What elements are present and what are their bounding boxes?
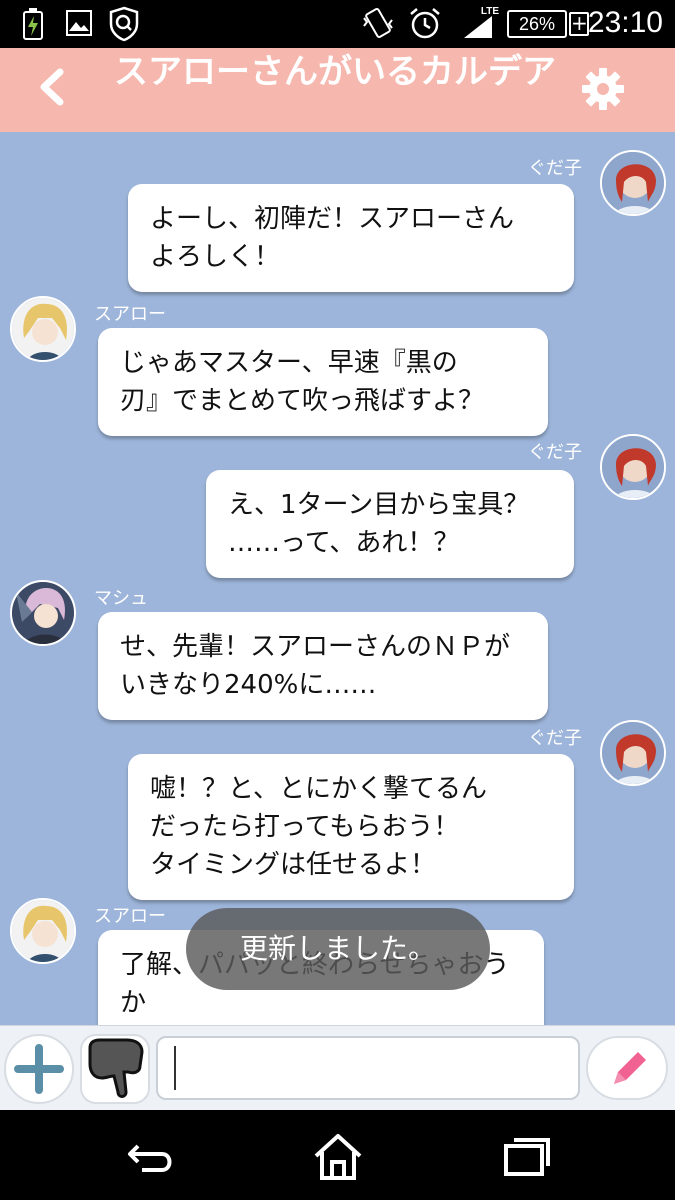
avatar-mash[interactable] (10, 580, 76, 646)
message-bubble: え、1ターン目から宝具？ ……って、あれ！？ (206, 470, 574, 578)
toast-notification: 更新しました。 (186, 908, 490, 990)
message-bubble: 嘘！？と、とにかく撃てるん だったら打ってもらおう！ タイミングは任せるよ！ (128, 754, 574, 900)
plus-button[interactable] (4, 1034, 74, 1104)
input-bar (0, 1025, 675, 1110)
home-icon[interactable] (308, 1132, 368, 1182)
avatar-swallow[interactable] (10, 898, 76, 964)
message-bubble: よーし、初陣だ！スアローさん よろしく！ (128, 184, 574, 292)
chat-header: スアローさんがいるカルデア (0, 48, 675, 132)
back-icon[interactable] (120, 1132, 180, 1182)
recents-icon[interactable] (496, 1132, 556, 1182)
nav-bar (0, 1110, 675, 1200)
avatar-gudako[interactable] (600, 720, 666, 786)
alarm-icon (410, 8, 440, 39)
chat-area[interactable]: ぐだ子 よーし、初陣だ！スアローさん よろしく！ スアロー じゃあマスター、早速… (0, 132, 675, 1025)
gear-icon[interactable] (580, 66, 626, 112)
message-input[interactable] (156, 1036, 580, 1100)
sender-name: スアロー (94, 906, 166, 927)
avatar-gudako[interactable] (600, 434, 666, 500)
battery-charging-icon (23, 8, 43, 40)
text-caret (174, 1046, 176, 1090)
shield-search-icon (109, 6, 139, 42)
sender-name: ぐだ子 (528, 442, 582, 463)
pencil-icon (614, 1052, 646, 1084)
sender-name: マシュ (94, 588, 148, 609)
page-title: スアローさんがいるカルデア (114, 52, 556, 92)
send-button[interactable] (586, 1036, 668, 1100)
sender-name: スアロー (94, 304, 166, 325)
plus-icon (14, 1044, 64, 1094)
sender-name: ぐだ子 (528, 158, 582, 179)
signal-icon (464, 16, 492, 38)
sender-name: ぐだ子 (528, 728, 582, 749)
message-bubble: せ、先輩！スアローさんのＮＰが いきなり240%に…… (98, 612, 548, 720)
avatar-gudako[interactable] (600, 150, 666, 216)
vibrate-icon (363, 7, 393, 39)
message-bubble: じゃあマスター、早速『黒の 刃』でまとめて吹っ飛ばすよ？ (98, 328, 548, 436)
avatar-swallow[interactable] (10, 296, 76, 362)
clock: 23:10 (587, 6, 663, 39)
status-bar: LTE 26% + 23:10 (0, 0, 675, 48)
gallery-icon (66, 10, 92, 36)
chevron-left-icon[interactable] (28, 62, 78, 112)
stamp-button[interactable] (80, 1034, 150, 1104)
battery-plus: + (569, 11, 589, 36)
battery-level: 26% (507, 10, 567, 38)
thumbs-down-hand-icon (88, 1038, 144, 1098)
